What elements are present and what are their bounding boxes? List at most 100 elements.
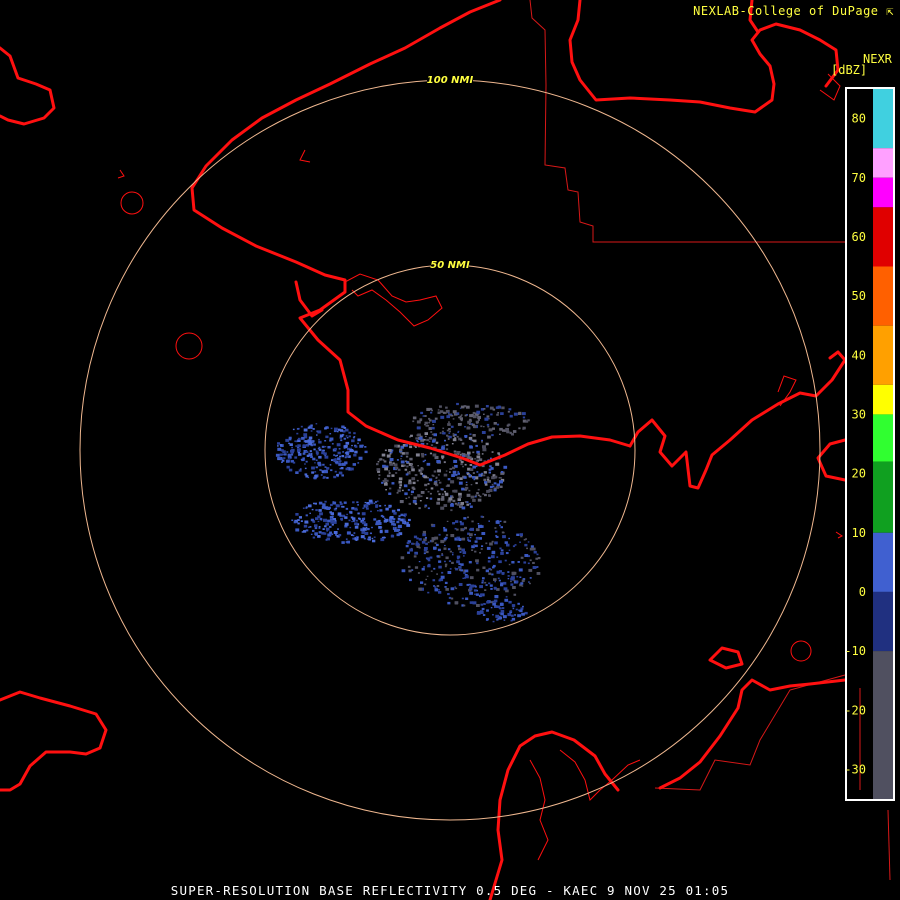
echo-pixel [469, 418, 472, 421]
echo-pixel [350, 467, 354, 471]
echo-pixel [521, 612, 525, 616]
colorbar-band [873, 384, 893, 415]
echo-pixel [472, 451, 475, 454]
echo-pixel [394, 444, 398, 448]
echo-pixel [430, 444, 434, 447]
echo-pixel [304, 467, 307, 470]
echo-pixel [428, 478, 433, 482]
echo-pixel [461, 506, 466, 510]
echo-pixel [439, 410, 444, 413]
echo-pixel [298, 469, 302, 472]
echo-pixel [337, 528, 339, 530]
echo-pixel [416, 541, 418, 543]
echo-pixel [414, 474, 418, 477]
credit-link[interactable]: NEXLAB-College of DuPage ⇱ [693, 4, 894, 18]
echo-pixel [420, 467, 423, 469]
echo-pixel [476, 455, 481, 459]
echo-pixel [302, 507, 305, 509]
echo-pixel [341, 455, 345, 458]
echo-pixel [447, 478, 451, 481]
echo-pixel [493, 599, 498, 603]
echo-pixel [315, 509, 318, 512]
echo-pixel [441, 457, 444, 460]
echo-pixel [524, 543, 528, 547]
echo-pixel [498, 560, 502, 564]
echo-pixel [420, 411, 424, 415]
colorbar-tick-label: 60 [852, 230, 866, 244]
echo-pixel [525, 538, 527, 540]
echo-pixel [388, 472, 391, 474]
echo-pixel [417, 465, 419, 467]
echo-pixel [427, 507, 430, 510]
echo-pixel [476, 410, 481, 414]
echo-pixel [466, 501, 469, 503]
echo-pixel [410, 434, 413, 437]
echo-pixel [389, 458, 394, 462]
echo-pixel [327, 446, 331, 449]
echo-pixel [450, 413, 453, 416]
echo-pixel [352, 534, 355, 537]
echo-pixel [446, 415, 450, 419]
echo-pixel [484, 483, 488, 486]
echo-pixel [295, 513, 299, 516]
echo-pixel [471, 413, 474, 416]
echo-pixel [294, 440, 296, 442]
echo-pixel [472, 601, 477, 605]
echo-pixel [499, 524, 501, 527]
colorbar-tick-label: 50 [852, 289, 866, 303]
echo-pixel [289, 443, 293, 446]
echo-pixel [480, 611, 484, 614]
echo-pixel [481, 431, 486, 434]
echo-pixel [522, 605, 524, 608]
echo-pixel [443, 547, 447, 550]
echo-pixel [448, 435, 452, 439]
echo-pixel [400, 513, 404, 517]
echo-pixel [415, 453, 420, 457]
echo-pixel [505, 427, 509, 431]
echo-pixel [521, 585, 524, 587]
echo-pixel [344, 461, 348, 465]
echo-pixel [466, 493, 471, 497]
echo-pixel [419, 500, 422, 502]
echo-pixel [319, 512, 323, 516]
echo-pixel [342, 451, 344, 453]
echo-pixel [415, 437, 419, 440]
echo-pixel [462, 453, 466, 456]
echo-pixel [433, 470, 437, 473]
colorbar-tick-label: 40 [852, 348, 866, 362]
echo-pixel [477, 611, 480, 614]
echo-pixel [496, 413, 499, 416]
echo-pixel [408, 569, 412, 573]
echo-pixel [494, 487, 497, 490]
echo-pixel [397, 528, 401, 532]
echo-pixel [483, 408, 486, 410]
echo-pixel [388, 518, 393, 522]
echo-pixel [452, 470, 457, 474]
echo-pixel [495, 535, 499, 538]
echo-pixel [345, 507, 349, 510]
echo-pixel [508, 600, 512, 604]
echo-pixel [492, 408, 496, 411]
echo-pixel [349, 526, 352, 529]
echo-pixel [486, 423, 490, 426]
echo-pixel [364, 446, 367, 448]
echo-pixel [507, 578, 510, 580]
echo-pixel [408, 502, 411, 505]
echo-pixel [327, 506, 331, 510]
echo-pixel [463, 476, 467, 479]
echo-pixel [330, 534, 333, 536]
echo-pixel [526, 547, 528, 550]
echo-pixel [408, 496, 410, 499]
echo-pixel [361, 444, 364, 447]
echo-pixel [308, 504, 312, 508]
echo-pixel [354, 507, 358, 511]
echo-pixel [447, 548, 451, 551]
echo-pixel [344, 522, 349, 526]
echo-pixel [481, 545, 484, 547]
echo-pixel [469, 536, 472, 539]
echo-pixel [488, 494, 491, 497]
echo-pixel [477, 498, 482, 502]
echo-pixel [438, 565, 442, 569]
echo-pixel [311, 471, 315, 474]
echo-pixel [502, 615, 507, 619]
